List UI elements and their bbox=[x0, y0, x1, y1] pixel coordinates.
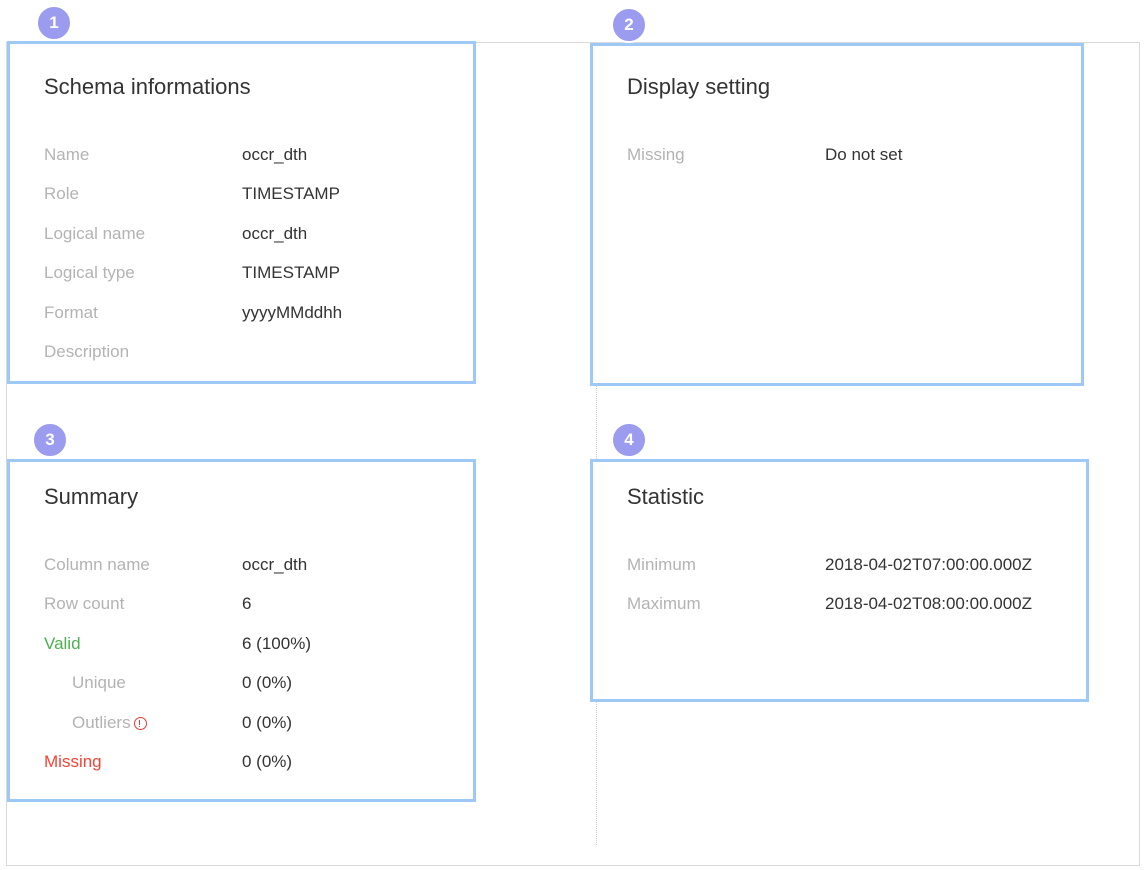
row-value: occr_dth bbox=[242, 145, 308, 164]
row-value: yyyyMMddhh bbox=[242, 303, 343, 322]
row-label: Logical name bbox=[44, 224, 146, 243]
row-label: Logical type bbox=[44, 263, 135, 282]
row-value: occr_dth bbox=[242, 555, 308, 574]
row-label: Name bbox=[44, 145, 90, 164]
summary-panel: Summary Column name occr_dth Row count 6… bbox=[7, 459, 476, 802]
row-label: Unique bbox=[72, 673, 126, 692]
row-value: Do not set bbox=[825, 145, 903, 164]
display-setting-panel: Display setting Missing Do not set bbox=[590, 43, 1084, 386]
row-value: TIMESTAMP bbox=[242, 263, 340, 282]
step-badge-1: 1 bbox=[36, 5, 72, 41]
statistic-title: Statistic bbox=[627, 484, 705, 509]
row-label: Row count bbox=[44, 594, 125, 613]
row-value: 2018-04-02T07:00:00.000Z bbox=[825, 555, 1032, 574]
row-value: 0 (0%) bbox=[242, 713, 293, 732]
row-label: Outliers bbox=[72, 713, 131, 732]
row-label: Missing bbox=[627, 145, 685, 164]
row-label: Format bbox=[44, 303, 98, 322]
row-value: 0 (0%) bbox=[242, 673, 293, 692]
statistic-panel: Statistic Minimum 2018-04-02T07:00:00.00… bbox=[590, 459, 1089, 702]
row-value: 2018-04-02T08:00:00.000Z bbox=[825, 594, 1032, 613]
row-label: Minimum bbox=[627, 555, 696, 574]
row-value: occr_dth bbox=[242, 224, 308, 243]
step-badge-4: 4 bbox=[611, 422, 647, 458]
summary-title: Summary bbox=[44, 484, 139, 509]
row-value: TIMESTAMP bbox=[242, 184, 340, 203]
display-setting-title: Display setting bbox=[627, 74, 771, 99]
schema-panel: Schema informations Name occr_dth Role T… bbox=[7, 41, 476, 384]
row-label: Role bbox=[44, 184, 79, 203]
outliers-label-wrap: Outliers bbox=[44, 713, 147, 733]
row-label: Maximum bbox=[627, 594, 701, 613]
row-label: Description bbox=[44, 342, 130, 361]
row-value: 6 bbox=[242, 594, 252, 613]
warning-circle-icon[interactable] bbox=[133, 717, 147, 730]
row-value: 0 (0%) bbox=[242, 752, 293, 771]
schema-title: Schema informations bbox=[44, 74, 251, 99]
row-label: Column name bbox=[44, 555, 150, 574]
step-badge-3: 3 bbox=[32, 422, 68, 458]
missing-label: Missing bbox=[44, 752, 102, 771]
step-badge-2: 2 bbox=[611, 7, 647, 43]
row-value: 6 (100%) bbox=[242, 634, 311, 653]
valid-label: Valid bbox=[44, 634, 81, 653]
